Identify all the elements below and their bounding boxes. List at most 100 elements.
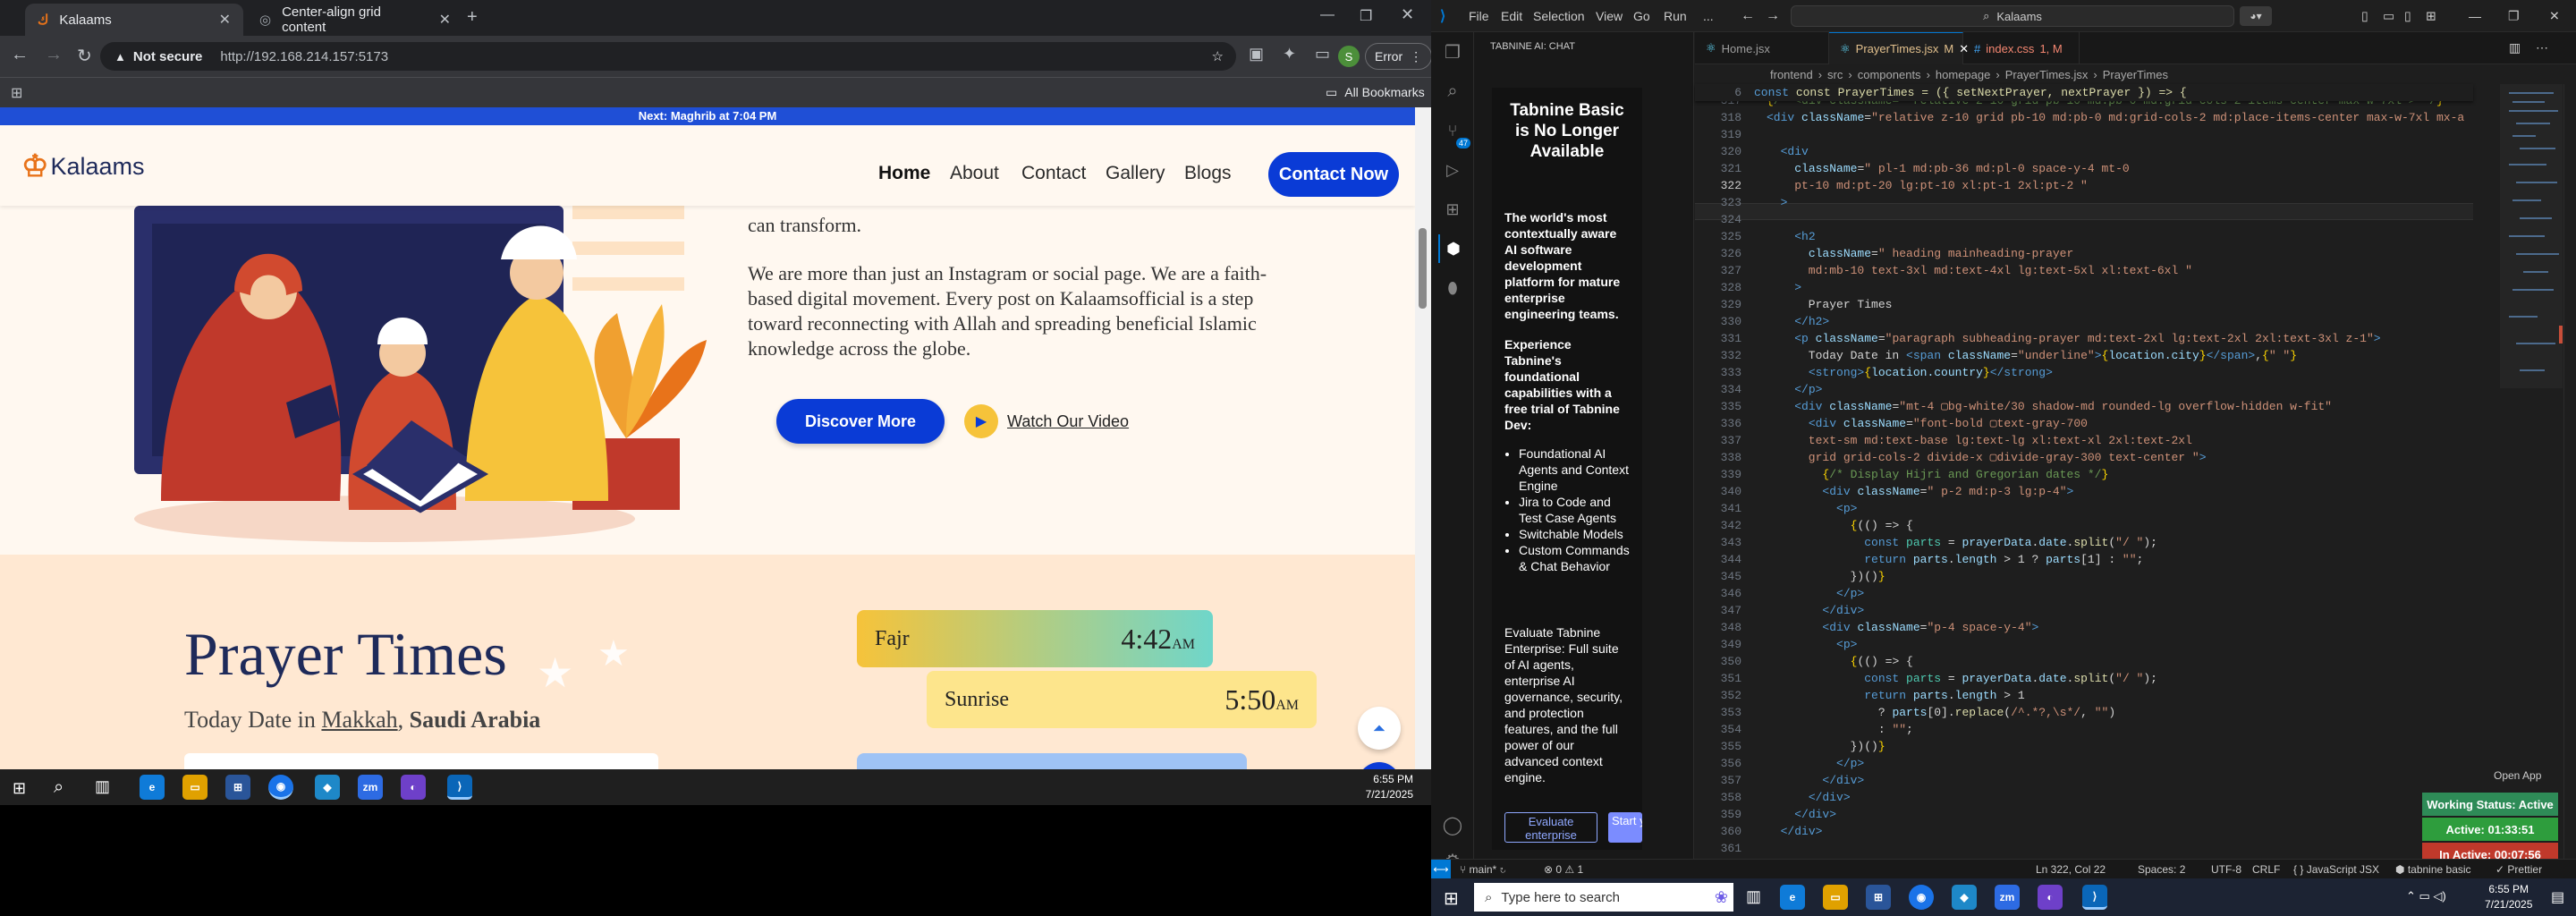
explorer-icon[interactable]: ❐ xyxy=(1438,38,1467,66)
scrollbar-thumb[interactable] xyxy=(1419,228,1427,309)
contact-now-button[interactable]: Contact Now xyxy=(1268,152,1399,197)
line-ending[interactable]: CRLF xyxy=(2252,863,2280,876)
left-clock[interactable]: 6:55 PM 7/21/2025 xyxy=(1366,772,1413,802)
new-tab-button[interactable]: + xyxy=(467,7,478,28)
edge-icon[interactable]: e xyxy=(1780,885,1805,910)
taskbar-search-box[interactable]: ⌕ Type here to search ❀ xyxy=(1474,883,1733,912)
site-logo[interactable]: ♔ Kalaams xyxy=(21,148,145,184)
nav-forward-icon[interactable]: → xyxy=(1766,8,1780,24)
forward-icon[interactable]: → xyxy=(45,45,63,65)
close-window-icon[interactable]: ✕ xyxy=(1401,5,1414,24)
puzzle-icon[interactable]: ✦ xyxy=(1283,45,1296,64)
windows-start-icon[interactable]: ⊞ xyxy=(1444,887,1459,910)
layout-secondary-icon[interactable]: ▯ xyxy=(2404,9,2411,24)
tab-prayertimes-jsx[interactable]: ⚛ PrayerTimes.jsx M ✕ xyxy=(1829,32,1969,64)
back-icon[interactable]: ← xyxy=(11,45,29,65)
menu-edit[interactable]: Edit xyxy=(1501,9,1522,23)
zoom-icon[interactable]: zm xyxy=(1995,885,2020,910)
split-editor-icon[interactable]: ▥ xyxy=(2509,40,2521,55)
layout-sidebar-icon[interactable]: ▯ xyxy=(2361,9,2368,24)
windows-start-icon[interactable]: ⊞ xyxy=(13,779,26,798)
right-clock[interactable]: 6:55 PM 7/21/2025 xyxy=(2485,882,2532,912)
scroll-top-button[interactable]: ⌃ xyxy=(1358,762,1401,769)
reload-icon[interactable]: ↻ xyxy=(77,45,92,67)
remote-icon[interactable]: ⟷ xyxy=(1431,860,1451,879)
nav-contact[interactable]: Contact xyxy=(1021,163,1086,184)
minimize-icon[interactable]: — xyxy=(1320,7,1335,23)
error-button[interactable]: Error ⋮ xyxy=(1365,43,1431,70)
watch-video-link[interactable]: ▶ Watch Our Video xyxy=(964,404,1129,438)
tray-icons[interactable]: ⌃ ▭ ◁) xyxy=(2406,889,2446,903)
store-icon[interactable]: ⊞ xyxy=(1866,885,1891,910)
branch-indicator[interactable]: ⑂ main* ↻ xyxy=(1460,863,1506,876)
sidepanel-icon[interactable]: ▭ xyxy=(1315,45,1330,64)
minimize-icon[interactable]: — xyxy=(2469,9,2481,23)
prettier-status[interactable]: ✓ Prettier xyxy=(2496,863,2542,876)
vscode-taskbar-icon[interactable]: ⟩ xyxy=(2082,885,2107,910)
task-view-icon[interactable]: ▥ xyxy=(1746,887,1761,906)
layout-panel-icon[interactable]: ▭ xyxy=(2383,9,2394,24)
discover-more-button[interactable]: Discover More xyxy=(776,399,945,444)
search-icon[interactable]: ⌕ xyxy=(54,777,64,798)
tabnine-icon[interactable]: ⬢ xyxy=(1438,234,1467,263)
close-icon[interactable]: ✕ xyxy=(439,11,451,29)
extensions-icon[interactable]: ⊞ xyxy=(1438,195,1467,224)
extension-icon[interactable]: ▣ xyxy=(1249,45,1264,64)
accounts-icon[interactable]: ◯ xyxy=(1438,810,1467,839)
language-mode[interactable]: { } JavaScript JSX xyxy=(2293,863,2379,876)
file-explorer-icon[interactable]: ▭ xyxy=(182,775,208,800)
chrome-icon[interactable]: ◉ xyxy=(1909,885,1934,910)
run-debug-icon[interactable]: ▷ xyxy=(1438,156,1467,184)
breadcrumb-item[interactable]: components xyxy=(1858,68,1921,81)
chat-toggle-icon[interactable]: ⏶ xyxy=(1358,707,1401,750)
breadcrumb-item[interactable]: homepage xyxy=(1936,68,1990,81)
tab-home-jsx[interactable]: ⚛ Home.jsx xyxy=(1695,32,1829,64)
address-bar[interactable]: ▲ Not secure http://192.168.214.157:5173… xyxy=(100,42,1236,71)
breadcrumb-item[interactable]: src xyxy=(1827,68,1843,81)
menu-more[interactable]: ... xyxy=(1703,9,1714,23)
task-view-icon[interactable]: ▥ xyxy=(95,777,110,796)
vscode-taskbar-icon[interactable]: ⟩ xyxy=(447,775,472,800)
edge-icon[interactable]: e xyxy=(140,775,165,800)
star-icon[interactable]: ☆ xyxy=(1212,48,1224,64)
indentation[interactable]: Spaces: 2 xyxy=(2138,863,2185,876)
close-icon[interactable]: ✕ xyxy=(219,11,231,29)
minimap[interactable] xyxy=(2473,84,2563,859)
nav-blogs[interactable]: Blogs xyxy=(1184,163,1232,184)
layout-customize-icon[interactable]: ⊞ xyxy=(2426,9,2436,24)
close-window-icon[interactable]: ✕ xyxy=(2549,9,2560,24)
file-explorer-icon[interactable]: ▭ xyxy=(1823,885,1848,910)
mongo-icon[interactable]: ⬮ xyxy=(1438,274,1467,302)
encoding[interactable]: UTF-8 xyxy=(2211,863,2241,876)
code-editor[interactable]: 6 const const PrayerTimes = ({ setNextPr… xyxy=(1695,84,2473,859)
menu-selection[interactable]: Selection xyxy=(1533,9,1585,23)
problems-indicator[interactable]: ⊗ 0 ⚠ 1 xyxy=(1544,863,1583,876)
start-trial-button[interactable]: Start your Dev trial xyxy=(1608,812,1642,843)
menu-run[interactable]: Run xyxy=(1664,9,1687,23)
breadcrumb-item[interactable]: frontend xyxy=(1770,68,1813,81)
nav-gallery[interactable]: Gallery xyxy=(1106,163,1165,184)
zoom-icon[interactable]: zm xyxy=(358,775,383,800)
store-icon[interactable]: ⊞ xyxy=(225,775,250,800)
editor-scrollbar[interactable] xyxy=(2563,84,2576,859)
maximize-icon[interactable]: ❐ xyxy=(1360,7,1372,25)
breadcrumb-item[interactable]: PrayerTimes.jsx xyxy=(2005,68,2089,81)
tab-index-css[interactable]: # index.css 1, M xyxy=(1963,32,2080,64)
copilot-icon[interactable]: ◕▾ xyxy=(2240,6,2272,26)
search-icon[interactable]: ⌕ xyxy=(1438,77,1467,106)
notification-icon[interactable]: ▤ xyxy=(2551,888,2564,906)
page-scrollbar[interactable] xyxy=(1415,107,1431,769)
dev-app-icon[interactable]: ◆ xyxy=(315,775,340,800)
sticky-scroll-line[interactable]: 6 const const PrayerTimes = ({ setNextPr… xyxy=(1695,84,2473,101)
cursor-position[interactable]: Ln 322, Col 22 xyxy=(2036,863,2106,876)
profile-avatar[interactable]: S xyxy=(1338,46,1360,67)
apps-grid-icon[interactable]: ⊞ xyxy=(11,84,22,102)
menu-view[interactable]: View xyxy=(1596,9,1623,23)
browser-tab-kalaams[interactable]: ﻙ Kalaams ✕ xyxy=(25,4,243,36)
github-desktop-icon[interactable]: ◐ xyxy=(2038,885,2063,910)
restore-icon[interactable]: ❐ xyxy=(2508,9,2520,24)
tabnine-status[interactable]: ⬢ tabnine basic xyxy=(2395,863,2471,876)
menu-file[interactable]: File xyxy=(1469,9,1489,23)
menu-go[interactable]: Go xyxy=(1633,9,1650,23)
breadcrumb-item[interactable]: PrayerTimes xyxy=(2103,68,2168,81)
